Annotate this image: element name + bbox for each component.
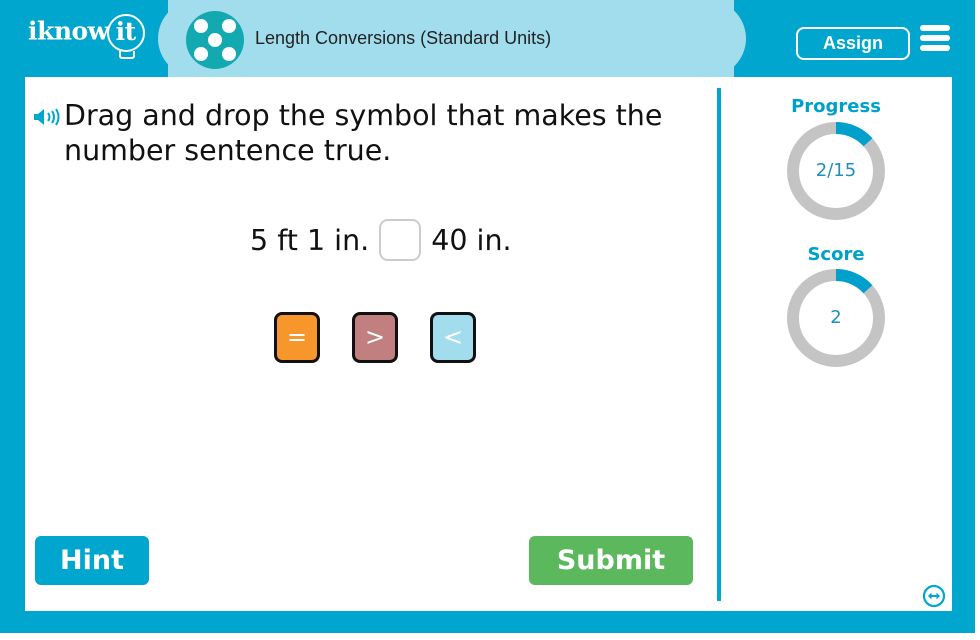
- score-value: 2: [830, 307, 842, 328]
- iknowit-logo[interactable]: iknow it: [28, 14, 145, 59]
- topic-title: Length Conversions (Standard Units): [255, 28, 552, 48]
- equals-symbol-tile[interactable]: =: [274, 312, 320, 363]
- left-expression: 5 ft 1 in.: [250, 223, 370, 257]
- greater-than-symbol-tile[interactable]: >: [352, 312, 398, 363]
- progress-label: Progress: [791, 96, 881, 117]
- less-than-symbol-tile[interactable]: <: [430, 312, 476, 363]
- assign-button[interactable]: Assign: [796, 27, 910, 60]
- submit-button[interactable]: Submit: [529, 536, 693, 585]
- question-prompt: Drag and drop the symbol that makes the …: [64, 99, 663, 167]
- panel-divider: [717, 88, 721, 601]
- symbol-drop-target[interactable]: [379, 219, 422, 261]
- number-sentence: 5 ft 1 in. 40 in.: [250, 218, 512, 262]
- logo-text: iknow: [28, 16, 109, 46]
- progress-value: 2/15: [815, 160, 857, 181]
- dots-pattern-icon: [186, 11, 244, 69]
- logo-bulb-text: it: [115, 17, 137, 46]
- hint-button[interactable]: Hint: [35, 536, 149, 585]
- expand-horizontal-icon[interactable]: [922, 584, 946, 608]
- speaker-icon[interactable]: [33, 107, 61, 127]
- right-expression: 40 in.: [431, 223, 512, 257]
- score-label: Score: [807, 244, 865, 265]
- lightbulb-icon: it: [106, 14, 145, 59]
- hamburger-menu-icon[interactable]: [920, 25, 950, 51]
